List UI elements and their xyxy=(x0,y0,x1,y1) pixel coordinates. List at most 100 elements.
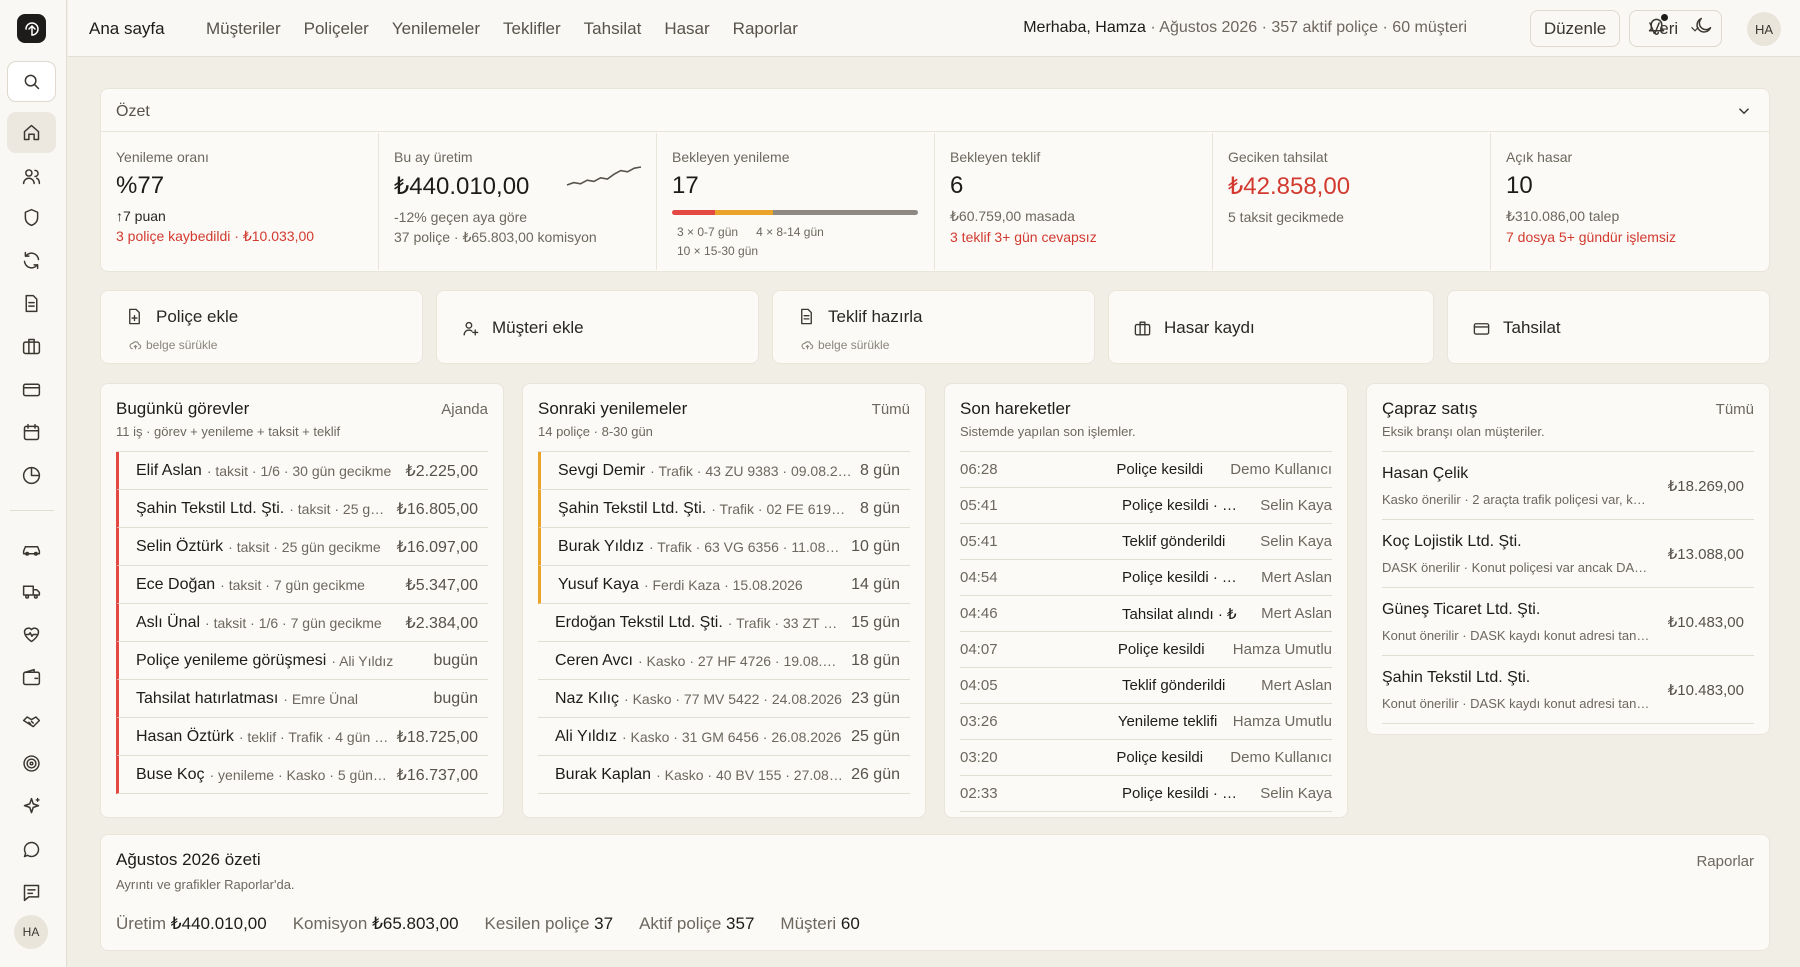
cross-sell-amount: ₺10.483,00 xyxy=(1667,614,1744,631)
renewal-name: Sevgi Demir xyxy=(558,461,646,479)
activity-row[interactable]: 03:26 Yenileme teklifi Hamza Umutlu xyxy=(960,704,1332,740)
chevron-down-icon[interactable] xyxy=(1735,102,1753,120)
stat-pending-quotes[interactable]: Bekleyen teklif 6 ₺60.759,00 masada 3 te… xyxy=(935,133,1213,270)
refresh-icon xyxy=(23,251,40,270)
task-row[interactable]: Tahsilat hatırlatması · Emre Ünal bugün xyxy=(116,680,488,718)
stat-renewal-rate[interactable]: Yenileme oranı %77 ↑7 puan 3 poliçe kayb… xyxy=(101,133,379,270)
task-row[interactable]: Ece Doğan · taksit · 7 gün gecikme ₺5.347… xyxy=(116,566,488,604)
sidebar-avatar[interactable]: HA xyxy=(14,915,48,949)
app-logo[interactable] xyxy=(17,14,46,43)
cross-sell-row[interactable]: Hasan Çelik Kasko önerilir · 2 araçta tra… xyxy=(1382,452,1754,520)
cross-sell-desc: Konut önerilir · DASK kaydı konut adresi… xyxy=(1382,696,1652,711)
page-title[interactable]: Ana sayfa xyxy=(89,19,165,39)
renewal-row[interactable]: Burak Yıldız · Trafik · 63 VG 6356 · 11.… xyxy=(538,528,910,566)
activity-time: 04:07 xyxy=(960,641,998,658)
nav-renewals[interactable]: Yenilemeler xyxy=(392,19,480,39)
all-cross-sell-link[interactable]: Tümü xyxy=(1716,401,1754,418)
search-icon xyxy=(24,74,40,90)
sidebar-item-renewals[interactable] xyxy=(7,240,56,281)
task-row[interactable]: Şahin Tekstil Ltd. Şti. · taksit · 25 gü… xyxy=(116,490,488,528)
nav-customers[interactable]: Müşteriler xyxy=(206,19,281,39)
renewal-row[interactable]: Naz Kılıç · Kasko · 77 MV 5422 · 24.08.2… xyxy=(538,680,910,718)
claim-record-button[interactable]: Hasar kaydı xyxy=(1108,290,1434,364)
activity-row[interactable]: 04:05 Teklif gönderildi Mert Aslan xyxy=(960,668,1332,704)
theme-toggle[interactable] xyxy=(1689,11,1718,40)
task-row[interactable]: Poliçe yenileme görüşmesi · Ali Yıldız bu… xyxy=(116,642,488,680)
nav-claims[interactable]: Hasar xyxy=(664,19,709,39)
activity-row[interactable]: 02:33 Poliçe kesildi · Kasko Selin Kaya xyxy=(960,776,1332,812)
edit-button[interactable]: Düzenle xyxy=(1530,10,1620,47)
sidebar-item-chat[interactable] xyxy=(7,829,56,870)
renewal-meta: · Kasko · 27 HF 4726 · 19.08.2026 xyxy=(637,652,844,669)
panel-subtitle: 14 poliçe · 8-30 gün xyxy=(538,424,653,439)
all-renewals-link[interactable]: Tümü xyxy=(872,401,910,418)
task-row[interactable]: Selin Öztürk · taksit · 25 gün gecikme ₺1… xyxy=(116,528,488,566)
sidebar-item-partners[interactable] xyxy=(7,700,56,741)
sidebar-item-ai[interactable] xyxy=(7,786,56,827)
sidebar-item-goals[interactable] xyxy=(7,743,56,784)
nav-payments[interactable]: Tahsilat xyxy=(584,19,642,39)
stat-overdue-payments[interactable]: Geciken tahsilat ₺42.858,00 5 taksit gec… xyxy=(1213,133,1491,270)
sidebar-item-wallet[interactable] xyxy=(7,657,56,698)
activity-row[interactable]: 04:46 Tahsilat alındı · ₺ Mert Aslan xyxy=(960,596,1332,632)
sidebar-item-payments[interactable] xyxy=(7,369,56,410)
chart-icon xyxy=(22,466,41,485)
renewal-row[interactable]: Şahin Tekstil Ltd. Şti. · Trafik · 02 FE… xyxy=(538,490,910,528)
renewal-row[interactable]: Burak Kaplan · Kasko · 40 BV 155 · 27.08… xyxy=(538,756,910,794)
renewal-row[interactable]: Ali Yıldız · Kasko · 31 GM 6456 · 26.08.… xyxy=(538,718,910,756)
renewal-row[interactable]: Erdoğan Tekstil Ltd. Şti. · Trafik · 33 … xyxy=(538,604,910,642)
task-row[interactable]: Hasan Öztürk · teklif · Trafik · 4 gün c… xyxy=(116,718,488,756)
activity-row[interactable]: 04:54 Poliçe kesildi · Trafik Mert Aslan xyxy=(960,560,1332,596)
task-row[interactable]: Elif Aslan · taksit · 1/6 · 30 gün gecik… xyxy=(116,452,488,490)
renewal-name: Burak Kaplan xyxy=(555,765,652,783)
sidebar-item-car[interactable] xyxy=(7,528,56,569)
cross-sell-row[interactable]: Şahin Tekstil Ltd. Şti. Konut önerilir · … xyxy=(1382,656,1754,724)
add-customer-button[interactable]: Müşteri ekle xyxy=(436,290,759,364)
sparkle-icon xyxy=(23,797,40,814)
nav-reports[interactable]: Raporlar xyxy=(733,19,798,39)
renewal-days: 26 gün xyxy=(851,765,900,783)
sidebar-item-truck[interactable] xyxy=(7,571,56,612)
activity-row[interactable]: 06:28 Poliçe kesildi Demo Kullanıcı xyxy=(960,452,1332,488)
activity-row[interactable]: 05:41 Teklif gönderildi Selin Kaya xyxy=(960,524,1332,560)
agenda-link[interactable]: Ajanda xyxy=(441,401,488,418)
add-policy-button[interactable]: Poliçe ekle belge sürükle xyxy=(100,290,423,364)
notifications-button[interactable] xyxy=(1642,11,1671,40)
activity-row[interactable]: 04:07 Poliçe kesildi Hamza Umutlu xyxy=(960,632,1332,668)
renewal-name: Erdoğan Tekstil Ltd. Şti. xyxy=(555,613,723,631)
task-row[interactable]: Buse Koç · yenileme · Kasko · 5 gün kald… xyxy=(116,756,488,794)
task-row[interactable]: Aslı Ünal · taksit · 1/6 · 7 gün gecikme… xyxy=(116,604,488,642)
renewal-meta: · Trafik · 43 ZU 9383 · 09.08.2026 xyxy=(650,462,852,479)
nav-policies[interactable]: Poliçeler xyxy=(304,19,369,39)
activity-row[interactable]: 05:41 Poliçe kesildi · Kasko Selin Kaya xyxy=(960,488,1332,524)
sidebar-item-calendar[interactable] xyxy=(7,412,56,453)
search-button[interactable] xyxy=(7,61,56,102)
sidebar-item-reports[interactable] xyxy=(7,455,56,496)
stat-production[interactable]: Bu ay üretim ₺440.010,00 -12% geçen aya … xyxy=(379,133,657,270)
payment-button[interactable]: Tahsilat xyxy=(1447,290,1770,364)
activity-action: Poliçe kesildi · Trafik xyxy=(1122,569,1240,586)
renewal-row[interactable]: Sevgi Demir · Trafik · 43 ZU 9383 · 09.0… xyxy=(538,452,910,490)
activity-row[interactable]: 03:20 Poliçe kesildi Demo Kullanıcı xyxy=(960,740,1332,776)
stat-open-claims[interactable]: Açık hasar 10 ₺310.086,00 talep 7 dosya … xyxy=(1491,133,1771,270)
sidebar-item-claims[interactable] xyxy=(7,326,56,367)
reports-link[interactable]: Raporlar xyxy=(1696,853,1754,870)
sidebar-item-health[interactable] xyxy=(7,614,56,655)
sidebar-item-quotes[interactable] xyxy=(7,283,56,324)
sidebar-item-messages[interactable] xyxy=(7,872,56,913)
sidebar-item-policies[interactable] xyxy=(7,197,56,238)
nav-quotes[interactable]: Teklifler xyxy=(503,19,561,39)
renewal-row[interactable]: Ceren Avcı · Kasko · 27 HF 4726 · 19.08.… xyxy=(538,642,910,680)
summary-header[interactable]: Özet xyxy=(101,89,1769,132)
renewal-days: 23 gün xyxy=(851,689,900,707)
prepare-quote-button[interactable]: Teklif hazırla belge sürükle xyxy=(772,290,1095,364)
stat-value: %77 xyxy=(116,172,165,199)
sidebar-item-customers[interactable] xyxy=(7,156,56,197)
cross-sell-row[interactable]: Güneş Ticaret Ltd. Şti. Konut önerilir · … xyxy=(1382,588,1754,656)
stat-pending-renewals[interactable]: Bekleyen yenileme 17 3 × 0-7 gün 4 × 8-14… xyxy=(657,133,935,270)
cross-sell-desc: DASK önerilir · Konut poliçesi var ancak… xyxy=(1382,560,1652,575)
sidebar-item-home[interactable] xyxy=(7,112,56,153)
user-avatar[interactable]: HA xyxy=(1747,12,1781,46)
cross-sell-row[interactable]: Koç Lojistik Ltd. Şti. DASK önerilir · Ko… xyxy=(1382,520,1754,588)
renewal-row[interactable]: Yusuf Kaya · Ferdi Kaza · 15.08.2026 14 g… xyxy=(538,566,910,604)
